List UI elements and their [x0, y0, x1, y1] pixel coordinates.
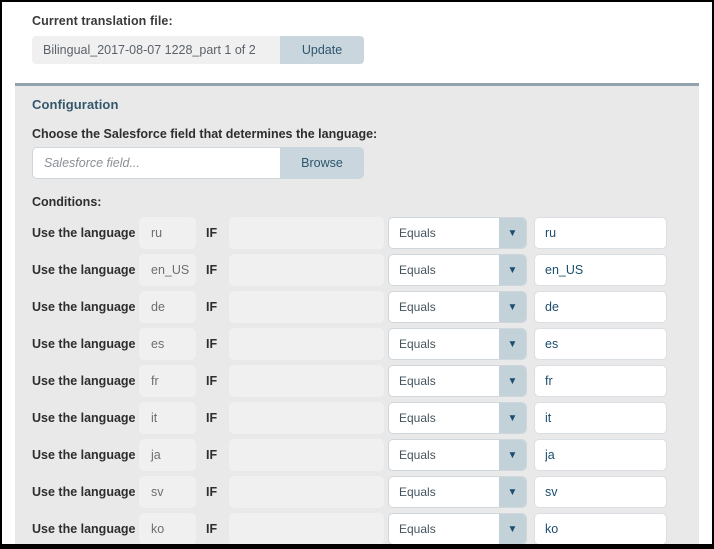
chevron-down-icon[interactable]: ▼ [499, 366, 526, 396]
condition-if-label: IF [206, 522, 229, 536]
conditions-list: Use the language ru IF Equals ▼ Use the … [32, 217, 683, 544]
condition-row: Use the language de IF Equals ▼ [32, 291, 683, 323]
condition-if-label: IF [206, 300, 229, 314]
condition-row-prefix: Use the language [32, 374, 139, 388]
condition-row-prefix: Use the language [32, 485, 139, 499]
condition-field-input[interactable] [229, 476, 384, 508]
condition-row: Use the language fr IF Equals ▼ [32, 365, 683, 397]
language-code-box: sv [139, 476, 196, 508]
operator-select[interactable]: Equals ▼ [388, 217, 527, 249]
operator-select[interactable]: Equals ▼ [388, 328, 527, 360]
condition-if-label: IF [206, 448, 229, 462]
chevron-down-icon[interactable]: ▼ [499, 440, 526, 470]
condition-row: Use the language en_US IF Equals ▼ [32, 254, 683, 286]
chevron-down-icon[interactable]: ▼ [499, 218, 526, 248]
operator-select[interactable]: Equals ▼ [388, 402, 527, 434]
condition-field-input[interactable] [229, 217, 384, 249]
operator-select[interactable]: Equals ▼ [388, 291, 527, 323]
chevron-down-icon[interactable]: ▼ [499, 329, 526, 359]
compare-value-input[interactable] [534, 254, 667, 286]
compare-value-input[interactable] [534, 513, 667, 544]
condition-row-prefix: Use the language [32, 411, 139, 425]
condition-field-input[interactable] [229, 513, 384, 544]
chevron-down-icon[interactable]: ▼ [499, 403, 526, 433]
language-code-box: ko [139, 513, 196, 544]
compare-value-input[interactable] [534, 328, 667, 360]
operator-selected-value: Equals [389, 263, 499, 277]
current-file-row: Bilingual_2017-08-07 1228_part 1 of 2 Up… [32, 36, 364, 64]
condition-if-label: IF [206, 411, 229, 425]
operator-selected-value: Equals [389, 522, 499, 536]
salesforce-field-input[interactable] [32, 147, 280, 179]
configuration-title: Configuration [32, 97, 683, 112]
condition-row-prefix: Use the language [32, 522, 139, 536]
condition-field-input[interactable] [229, 365, 384, 397]
condition-if-label: IF [206, 337, 229, 351]
language-code-box: de [139, 291, 196, 323]
configuration-section: Configuration Choose the Salesforce fiel… [15, 83, 699, 544]
compare-value-input[interactable] [534, 291, 667, 323]
condition-if-label: IF [206, 374, 229, 388]
condition-if-label: IF [206, 485, 229, 499]
compare-value-input[interactable] [534, 476, 667, 508]
language-code-box: ru [139, 217, 196, 249]
condition-row-prefix: Use the language [32, 337, 139, 351]
operator-select[interactable]: Equals ▼ [388, 439, 527, 471]
chevron-down-icon[interactable]: ▼ [499, 477, 526, 507]
chevron-down-icon[interactable]: ▼ [499, 514, 526, 544]
chevron-down-icon[interactable]: ▼ [499, 255, 526, 285]
compare-value-input[interactable] [534, 439, 667, 471]
conditions-label: Conditions: [32, 195, 683, 209]
browse-button[interactable]: Browse [280, 147, 364, 179]
language-code-box: ja [139, 439, 196, 471]
condition-row: Use the language ko IF Equals ▼ [32, 513, 683, 544]
condition-row: Use the language es IF Equals ▼ [32, 328, 683, 360]
translation-config-panel: Current translation file: Bilingual_2017… [0, 0, 714, 549]
current-file-section: Current translation file: Bilingual_2017… [2, 2, 712, 64]
condition-row: Use the language it IF Equals ▼ [32, 402, 683, 434]
operator-selected-value: Equals [389, 337, 499, 351]
salesforce-field-row: Browse [32, 147, 364, 179]
condition-field-input[interactable] [229, 402, 384, 434]
operator-selected-value: Equals [389, 300, 499, 314]
language-code-box: it [139, 402, 196, 434]
condition-row-prefix: Use the language [32, 448, 139, 462]
condition-field-input[interactable] [229, 254, 384, 286]
operator-select[interactable]: Equals ▼ [388, 365, 527, 397]
current-file-value: Bilingual_2017-08-07 1228_part 1 of 2 [32, 36, 280, 64]
chevron-down-icon[interactable]: ▼ [499, 292, 526, 322]
condition-if-label: IF [206, 263, 229, 277]
language-code-box: es [139, 328, 196, 360]
operator-select[interactable]: Equals ▼ [388, 513, 527, 544]
update-button[interactable]: Update [280, 36, 364, 64]
condition-field-input[interactable] [229, 439, 384, 471]
condition-field-input[interactable] [229, 291, 384, 323]
condition-field-input[interactable] [229, 328, 384, 360]
operator-select[interactable]: Equals ▼ [388, 476, 527, 508]
language-code-box: en_US [139, 254, 196, 286]
operator-selected-value: Equals [389, 374, 499, 388]
condition-if-label: IF [206, 226, 229, 240]
language-code-box: fr [139, 365, 196, 397]
condition-row: Use the language sv IF Equals ▼ [32, 476, 683, 508]
operator-select[interactable]: Equals ▼ [388, 254, 527, 286]
salesforce-field-label: Choose the Salesforce field that determi… [32, 127, 683, 141]
operator-selected-value: Equals [389, 485, 499, 499]
operator-selected-value: Equals [389, 226, 499, 240]
operator-selected-value: Equals [389, 448, 499, 462]
compare-value-input[interactable] [534, 217, 667, 249]
compare-value-input[interactable] [534, 402, 667, 434]
current-file-label: Current translation file: [32, 14, 699, 28]
operator-selected-value: Equals [389, 411, 499, 425]
condition-row-prefix: Use the language [32, 226, 139, 240]
condition-row-prefix: Use the language [32, 263, 139, 277]
compare-value-input[interactable] [534, 365, 667, 397]
condition-row-prefix: Use the language [32, 300, 139, 314]
condition-row: Use the language ru IF Equals ▼ [32, 217, 683, 249]
condition-row: Use the language ja IF Equals ▼ [32, 439, 683, 471]
